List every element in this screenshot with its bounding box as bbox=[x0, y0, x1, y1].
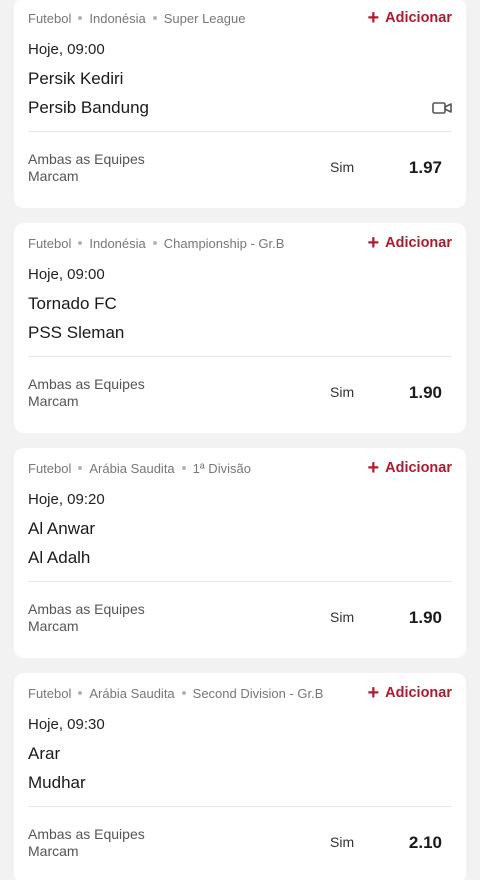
plus-icon: + bbox=[367, 457, 380, 479]
league-label: Championship - Gr.B bbox=[163, 235, 285, 251]
event-time: Hoje, 09:30 bbox=[28, 716, 105, 733]
separator-dot bbox=[152, 16, 157, 20]
market-name: Ambas as Equipes Marcam bbox=[28, 376, 145, 409]
selection-label: Sim bbox=[330, 834, 355, 850]
event-time: Hoje, 09:20 bbox=[28, 491, 105, 508]
add-button-label: Adicionar bbox=[385, 10, 452, 26]
add-button-label: Adicionar bbox=[385, 235, 452, 251]
event-header: Futebol Indonésia Championship - Gr.B + … bbox=[28, 233, 452, 253]
selection-label: Sim bbox=[330, 384, 355, 400]
plus-icon: + bbox=[367, 682, 380, 704]
country-label: Indonésia bbox=[89, 235, 146, 251]
home-team[interactable]: Arar bbox=[28, 744, 60, 764]
home-team[interactable]: Al Anwar bbox=[28, 519, 95, 539]
away-team[interactable]: Mudhar bbox=[28, 773, 86, 793]
event-card: Futebol Arábia Saudita Second Division -… bbox=[14, 673, 466, 880]
divider bbox=[28, 356, 452, 357]
add-button[interactable]: + Adicionar bbox=[367, 458, 452, 478]
event-time: Hoje, 09:00 bbox=[28, 41, 105, 58]
market-name: Ambas as Equipes Marcam bbox=[28, 601, 145, 634]
sport-label: Futebol bbox=[28, 685, 72, 701]
event-breadcrumb: Futebol Arábia Saudita Second Division -… bbox=[28, 686, 323, 701]
country-label: Arábia Saudita bbox=[89, 460, 175, 476]
sport-label: Futebol bbox=[28, 10, 72, 26]
add-button[interactable]: + Adicionar bbox=[367, 8, 452, 28]
event-card: Futebol Indonésia Championship - Gr.B + … bbox=[14, 223, 466, 433]
odds-button[interactable]: 1.97 bbox=[409, 158, 442, 178]
league-label: Second Division - Gr.B bbox=[192, 685, 324, 701]
odds-button[interactable]: 1.90 bbox=[409, 383, 442, 403]
selection-label: Sim bbox=[330, 159, 355, 175]
add-button[interactable]: + Adicionar bbox=[367, 683, 452, 703]
divider bbox=[28, 131, 452, 132]
add-button-label: Adicionar bbox=[385, 460, 452, 476]
add-button-label: Adicionar bbox=[385, 685, 452, 701]
away-team[interactable]: Persib Bandung bbox=[28, 98, 149, 118]
away-team[interactable]: Al Adalh bbox=[28, 548, 90, 568]
plus-icon: + bbox=[367, 232, 380, 254]
divider bbox=[28, 806, 452, 807]
league-label: 1ª Divisão bbox=[192, 460, 251, 476]
event-card: Futebol Indonésia Super League + Adicion… bbox=[14, 0, 466, 208]
separator-dot bbox=[152, 241, 157, 245]
separator-dot bbox=[78, 691, 83, 695]
home-team[interactable]: Persik Kediri bbox=[28, 69, 123, 89]
sport-label: Futebol bbox=[28, 460, 72, 476]
separator-dot bbox=[78, 466, 83, 470]
selection-label: Sim bbox=[330, 609, 355, 625]
event-breadcrumb: Futebol Arábia Saudita 1ª Divisão bbox=[28, 461, 251, 476]
sport-label: Futebol bbox=[28, 235, 72, 251]
event-card: Futebol Arábia Saudita 1ª Divisão + Adic… bbox=[14, 448, 466, 658]
event-header: Futebol Indonésia Super League + Adicion… bbox=[28, 8, 452, 28]
away-team[interactable]: PSS Sleman bbox=[28, 323, 124, 343]
plus-icon: + bbox=[367, 7, 380, 29]
home-team[interactable]: Tornado FC bbox=[28, 294, 117, 314]
separator-dot bbox=[78, 241, 83, 245]
event-time: Hoje, 09:00 bbox=[28, 266, 105, 283]
country-label: Arábia Saudita bbox=[89, 685, 175, 701]
odds-button[interactable]: 2.10 bbox=[409, 833, 442, 853]
odds-button[interactable]: 1.90 bbox=[409, 608, 442, 628]
video-camera-icon[interactable] bbox=[432, 100, 452, 116]
separator-dot bbox=[181, 691, 186, 695]
divider bbox=[28, 581, 452, 582]
event-header: Futebol Arábia Saudita Second Division -… bbox=[28, 683, 452, 703]
market-name: Ambas as Equipes Marcam bbox=[28, 826, 145, 859]
event-breadcrumb: Futebol Indonésia Super League bbox=[28, 11, 245, 26]
separator-dot bbox=[181, 466, 186, 470]
event-header: Futebol Arábia Saudita 1ª Divisão + Adic… bbox=[28, 458, 452, 478]
add-button[interactable]: + Adicionar bbox=[367, 233, 452, 253]
league-label: Super League bbox=[163, 10, 246, 26]
country-label: Indonésia bbox=[89, 10, 146, 26]
market-name: Ambas as Equipes Marcam bbox=[28, 151, 145, 184]
separator-dot bbox=[78, 16, 83, 20]
event-breadcrumb: Futebol Indonésia Championship - Gr.B bbox=[28, 236, 284, 251]
